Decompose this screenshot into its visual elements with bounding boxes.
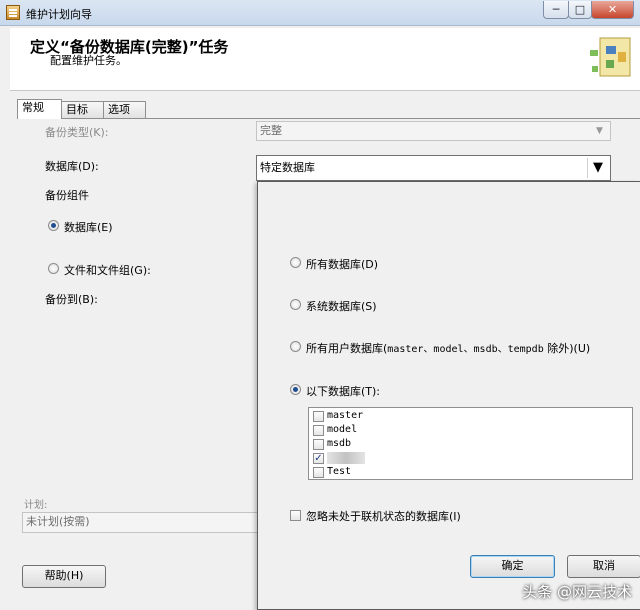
checkbox-ignore-offline[interactable] — [290, 510, 301, 521]
chevron-down-icon: ▼ — [596, 126, 603, 136]
user-databases-excluded: master、model、msdb、tempdb — [387, 344, 544, 355]
close-button[interactable]: ✕ — [591, 1, 634, 19]
radio-these-databases-label: 以下数据库(T): — [306, 385, 381, 398]
schedule-value: 未计划(按需) — [26, 515, 90, 528]
minimize-button[interactable]: ─ — [543, 1, 569, 19]
backup-component-label: 备份组件 — [45, 189, 89, 202]
checkmark-icon: ✓ — [314, 453, 323, 464]
radio-user-databases[interactable] — [290, 341, 301, 352]
ignore-offline-label: 忽略未处于联机状态的数据库(I) — [306, 510, 461, 523]
backup-type-label: 备份类型(K): — [45, 126, 109, 139]
checkbox-redacted-db[interactable]: ✓ — [313, 453, 324, 464]
tab-destination[interactable]: 目标 — [61, 101, 104, 118]
checkbox-msdb[interactable] — [313, 439, 324, 450]
database-list[interactable]: master model msdb ✓ Test — [308, 407, 633, 480]
tab-general[interactable]: 常规 — [17, 99, 62, 119]
radio-these-databases[interactable] — [290, 384, 301, 395]
list-item[interactable]: msdb — [327, 438, 351, 449]
checkbox-model[interactable] — [313, 425, 324, 436]
radio-files-filegroups[interactable] — [48, 263, 59, 274]
radio-database-label: 数据库(E) — [64, 221, 113, 234]
schedule-label: 计划: — [24, 500, 48, 511]
title-bar: 维护计划向导 ─ □ ✕ — [0, 0, 640, 26]
backup-to-label: 备份到(B): — [45, 293, 98, 306]
database-value: 特定数据库 — [260, 161, 315, 174]
user-databases-prefix: 所有用户数据库( — [306, 342, 388, 355]
radio-user-databases-label: 所有用户数据库(master、model、msdb、tempdb 除外)(U) — [306, 340, 590, 356]
user-databases-suffix: 除外)(U) — [543, 342, 591, 355]
checkbox-master[interactable] — [313, 411, 324, 422]
radio-database[interactable] — [48, 220, 59, 231]
schedule-field: 未计划(按需) — [22, 512, 258, 533]
list-item[interactable]: master — [327, 410, 363, 421]
redacted-database-name — [327, 452, 365, 464]
list-item[interactable]: model — [327, 424, 357, 435]
page-subtitle: 配置维护任务。 — [50, 54, 127, 67]
wizard-icon — [590, 37, 631, 77]
tab-options[interactable]: 选项 — [103, 101, 146, 118]
radio-files-label: 文件和文件组(G): — [64, 264, 151, 277]
ok-button[interactable]: 确定 — [470, 555, 555, 578]
backup-type-value: 完整 — [260, 124, 282, 137]
radio-system-databases-label: 系统数据库(S) — [306, 300, 377, 313]
chevron-down-icon[interactable]: ▼ — [587, 158, 608, 178]
cancel-button[interactable]: 取消 — [567, 555, 640, 578]
database-select[interactable]: 特定数据库 ▼ — [256, 155, 611, 181]
app-icon — [6, 5, 20, 20]
list-item[interactable]: Test — [327, 466, 351, 477]
backup-type-select[interactable]: 完整 ▼ — [256, 121, 611, 141]
window-title: 维护计划向导 — [26, 8, 92, 21]
watermark: 头条 @网云技术 — [522, 583, 632, 601]
radio-system-databases[interactable] — [290, 299, 301, 310]
maximize-button[interactable]: □ — [568, 1, 592, 19]
checkbox-test[interactable] — [313, 467, 324, 478]
wizard-header: 定义“备份数据库(完整)”任务 配置维护任务。 — [10, 28, 640, 91]
database-label: 数据库(D): — [45, 160, 99, 173]
database-selection-popup: 所有数据库(D) 系统数据库(S) 所有用户数据库(master、model、m… — [257, 181, 640, 610]
radio-all-databases-label: 所有数据库(D) — [306, 258, 379, 271]
radio-all-databases[interactable] — [290, 257, 301, 268]
help-button[interactable]: 帮助(H) — [22, 565, 106, 588]
